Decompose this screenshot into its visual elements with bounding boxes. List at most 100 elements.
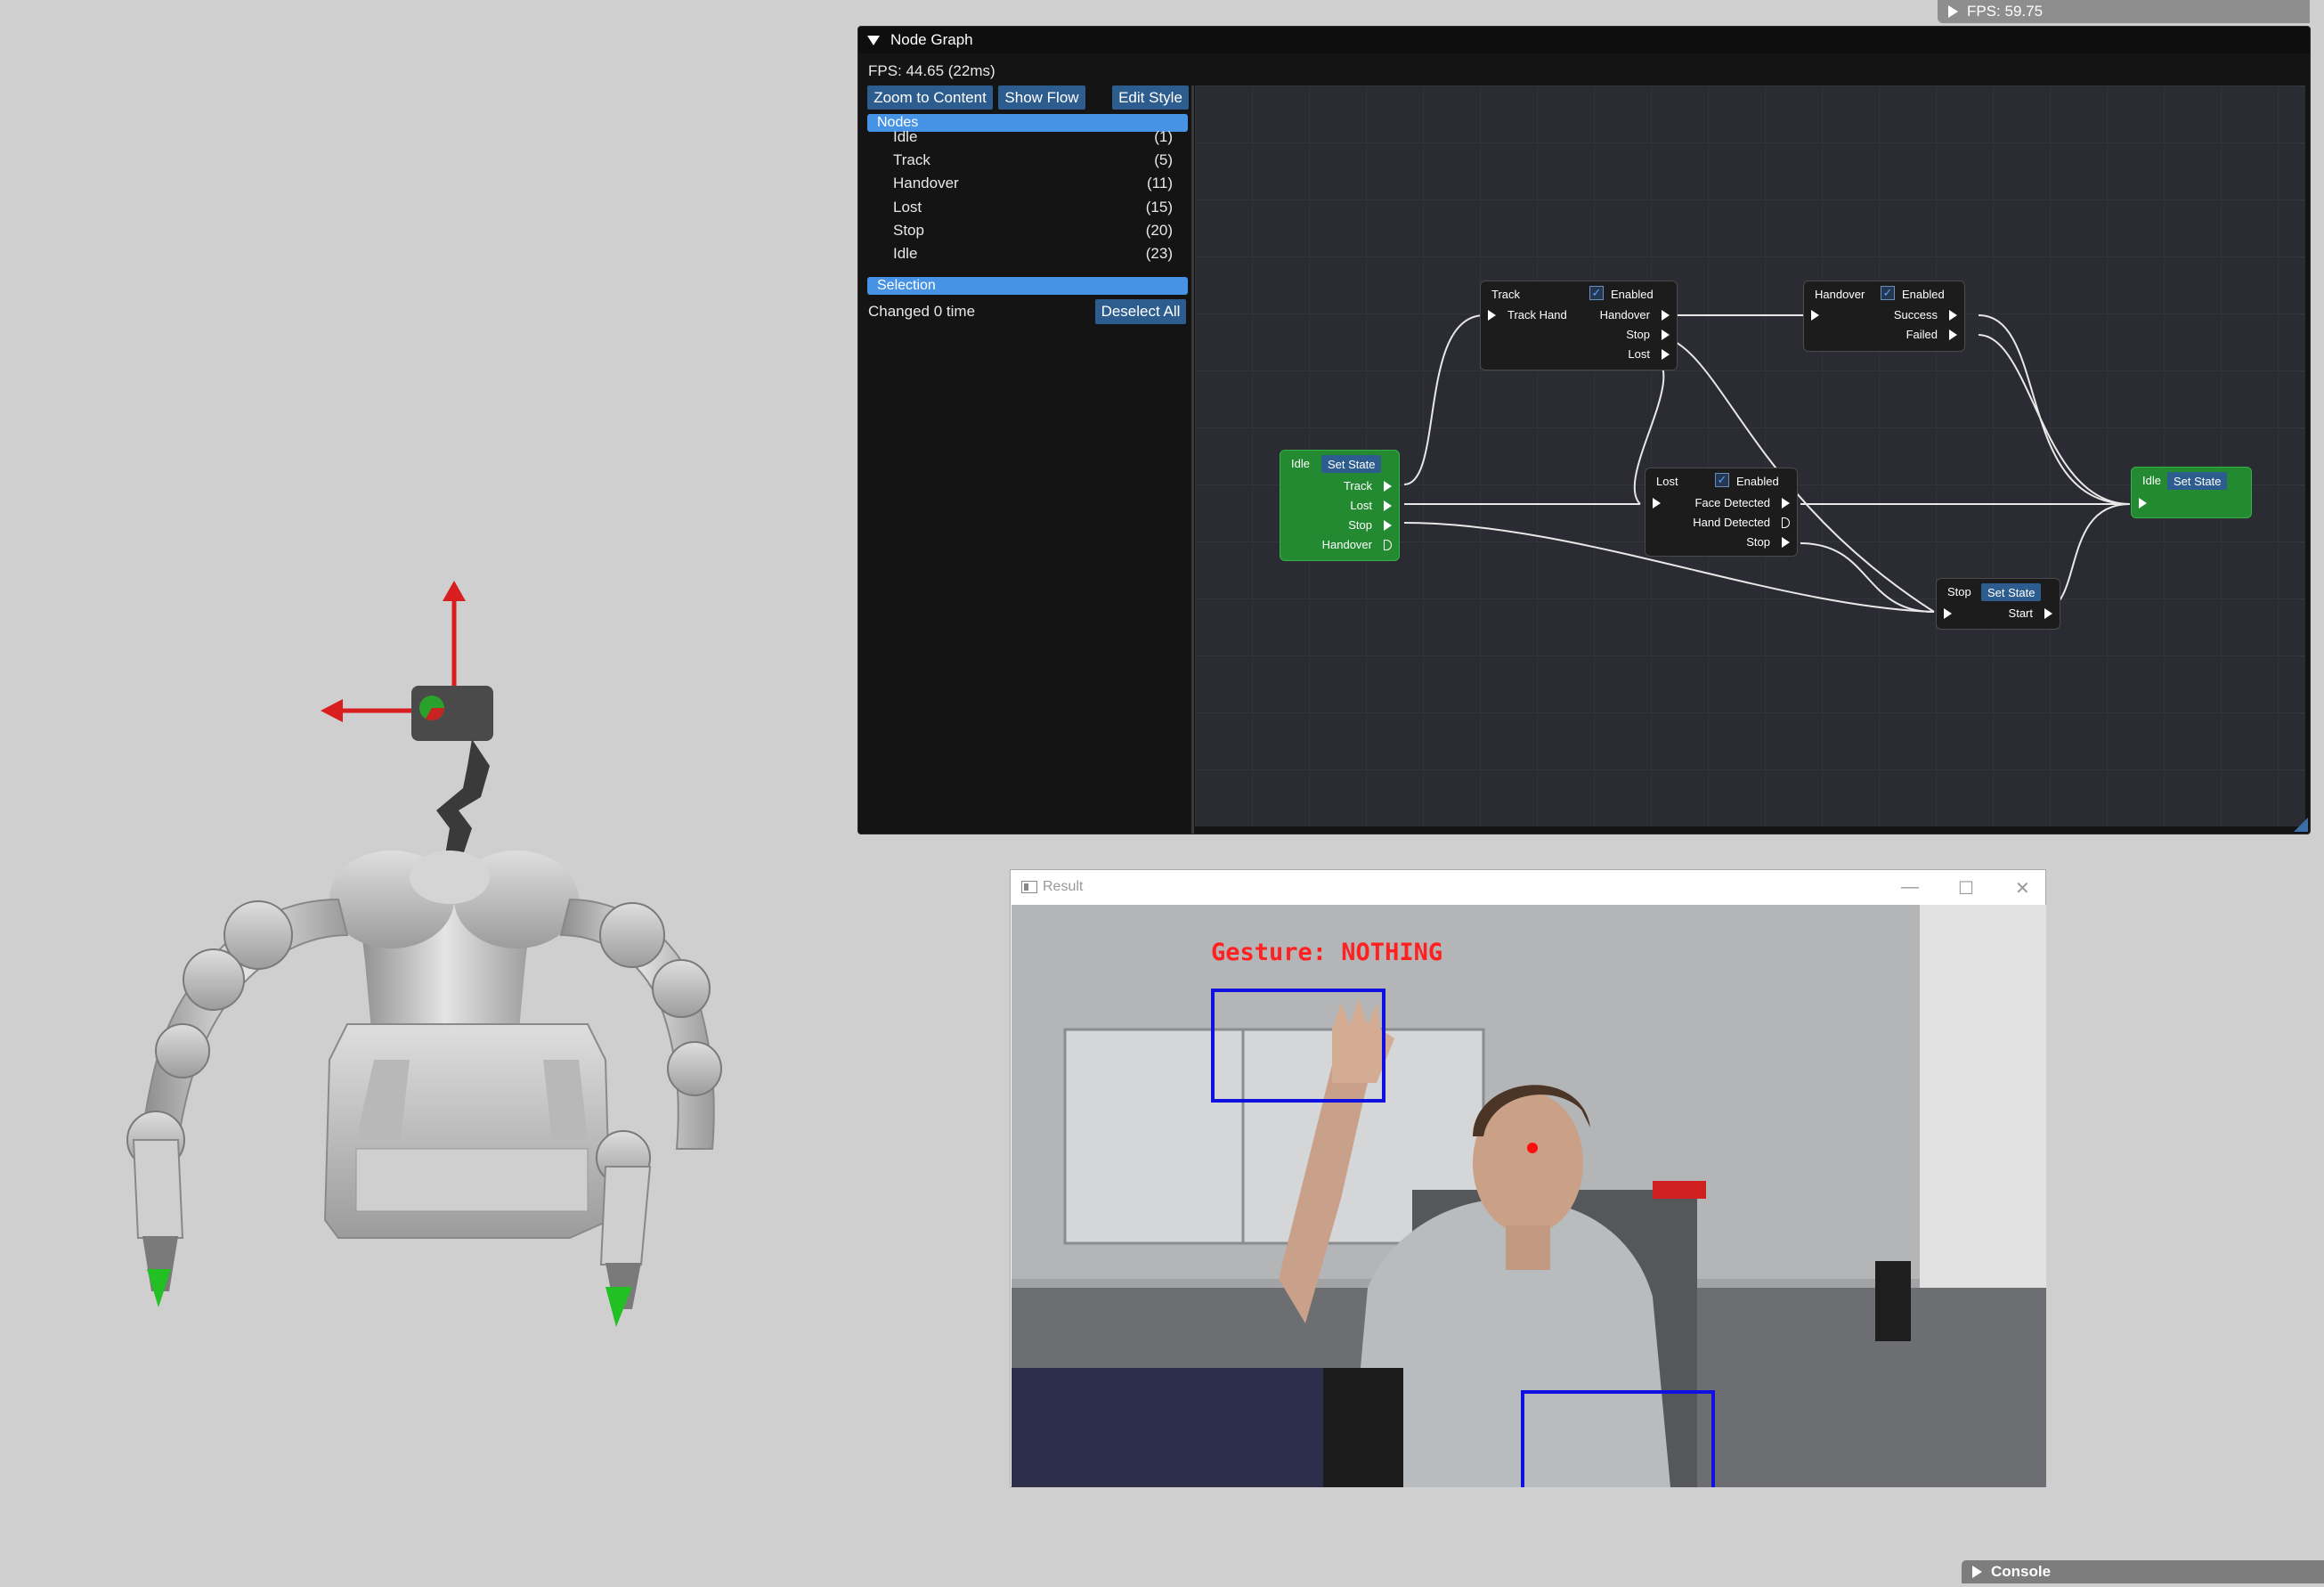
fps-overlay[interactable]: FPS: 59.75	[1938, 0, 2310, 23]
minimize-icon[interactable]: —	[1901, 877, 1919, 898]
output-pin-icon[interactable]	[1384, 481, 1392, 492]
pin-label: Track Hand	[1507, 308, 1567, 321]
input-pin-icon[interactable]	[1653, 498, 1661, 509]
enabled-label: Enabled	[1611, 288, 1654, 301]
output-pin-icon[interactable]	[1662, 310, 1670, 321]
pin-label: Stop	[1348, 518, 1372, 532]
node-id: (11)	[1147, 175, 1173, 191]
node-name: Track	[893, 151, 930, 168]
result-title: Result	[1043, 879, 1084, 894]
node-id: (20)	[1145, 222, 1173, 239]
collapse-arrow-icon[interactable]	[867, 35, 880, 45]
output-pin-icon[interactable]	[1662, 349, 1670, 360]
show-flow-button[interactable]: Show Flow	[998, 85, 1085, 110]
zoom-to-content-button[interactable]: Zoom to Content	[867, 85, 993, 110]
enabled-label: Enabled	[1902, 288, 1945, 301]
output-pin-icon[interactable]	[1384, 540, 1392, 550]
output-pin-icon[interactable]	[2044, 608, 2052, 619]
pin-label: Lost	[1628, 347, 1650, 361]
output-pin-icon[interactable]	[1949, 310, 1957, 321]
pin-label: Handover	[1599, 308, 1650, 321]
pin-label: Stop	[1626, 328, 1650, 341]
resize-grip-icon[interactable]	[2294, 818, 2308, 832]
node-title: Idle	[2142, 474, 2161, 487]
input-pin-icon[interactable]	[2139, 498, 2147, 509]
set-state-button[interactable]: Set State	[1321, 455, 1382, 473]
node-name: Stop	[893, 222, 924, 239]
pin-label: Track	[1343, 479, 1372, 492]
pin-label: Stop	[1746, 535, 1770, 549]
changed-count-text: Changed 0 time	[868, 303, 976, 320]
node-list-item[interactable]: Handover (11)	[893, 172, 1173, 195]
set-state-button[interactable]: Set State	[2167, 472, 2228, 490]
graph-node-stop[interactable]: Stop Set State Start	[1936, 578, 2060, 630]
pin-label: Face Detected	[1694, 496, 1770, 509]
graph-node-handover[interactable]: Handover ✓ Enabled Success Failed	[1803, 281, 1965, 352]
body-bounding-box	[1521, 1390, 1715, 1487]
output-pin-icon[interactable]	[1384, 520, 1392, 531]
node-list-item[interactable]: Idle (23)	[893, 242, 1173, 265]
node-name: Idle	[893, 128, 918, 145]
node-list-item[interactable]: Lost (15)	[893, 196, 1173, 219]
output-pin-icon[interactable]	[1662, 330, 1670, 340]
gesture-label: Gesture: NOTHING	[1211, 939, 1443, 966]
node-title: Handover	[1815, 288, 1865, 301]
node-title: Stop	[1947, 585, 1971, 598]
console-bar[interactable]: Console	[1962, 1560, 2324, 1583]
node-id: (1)	[1154, 128, 1173, 145]
output-pin-icon[interactable]	[1782, 537, 1790, 548]
node-list-item[interactable]: Stop (20)	[893, 219, 1173, 242]
pin-label: Hand Detected	[1693, 516, 1770, 529]
fps-overlay-text: FPS: 59.75	[1967, 3, 2044, 20]
node-id: (5)	[1154, 151, 1173, 168]
output-pin-icon[interactable]	[1949, 330, 1957, 340]
graph-canvas[interactable]: Idle Set State Track Lost Stop Handover …	[1195, 85, 2305, 826]
output-pin-icon[interactable]	[1782, 498, 1790, 509]
hand-bounding-box	[1211, 989, 1385, 1103]
enabled-checkbox[interactable]: ✓	[1715, 473, 1729, 487]
pin-label: Start	[2008, 606, 2033, 620]
node-graph-title-bar[interactable]: Node Graph	[858, 27, 2310, 53]
input-pin-icon[interactable]	[1811, 310, 1819, 321]
pin-label: Lost	[1350, 499, 1372, 512]
node-title: Idle	[1291, 457, 1310, 470]
enabled-checkbox[interactable]: ✓	[1589, 286, 1604, 300]
pin-label: Success	[1893, 308, 1938, 321]
graph-node-track[interactable]: Track ✓ Enabled Track Hand Handover Stop…	[1480, 281, 1678, 370]
pin-label: Handover	[1321, 538, 1372, 551]
edit-style-button[interactable]: Edit Style	[1112, 85, 1189, 110]
close-icon[interactable]: ✕	[2015, 877, 2030, 899]
graph-node-idle-start[interactable]: Idle Set State Track Lost Stop Handover	[1280, 450, 1400, 561]
expand-arrow-icon	[1972, 1566, 1982, 1578]
node-id: (15)	[1145, 199, 1173, 216]
deselect-all-button[interactable]: Deselect All	[1095, 299, 1186, 324]
result-window[interactable]: Result — ☐ ✕ Gesture: NOTHING	[1010, 869, 2046, 1487]
node-name: Lost	[893, 199, 922, 216]
node-list-item[interactable]: Track (5)	[893, 149, 1173, 172]
graph-node-lost[interactable]: Lost ✓ Enabled Face Detected Hand Detect…	[1645, 468, 1798, 557]
expand-arrow-icon	[1948, 5, 1958, 18]
node-name: Handover	[893, 175, 959, 191]
graph-node-idle-end[interactable]: Idle Set State	[2131, 467, 2252, 518]
node-graph-window[interactable]: Node Graph FPS: 44.65 (22ms) Zoom to Con…	[857, 26, 2311, 834]
output-pin-icon[interactable]	[1384, 501, 1392, 511]
window-title: Node Graph	[890, 31, 973, 48]
node-id: (23)	[1145, 245, 1173, 262]
graph-fps-text: FPS: 44.65 (22ms)	[868, 62, 995, 79]
app-window-icon	[1021, 881, 1037, 893]
enabled-label: Enabled	[1736, 475, 1779, 488]
enabled-checkbox[interactable]: ✓	[1881, 286, 1895, 300]
node-title: Track	[1491, 288, 1521, 301]
input-pin-icon[interactable]	[1488, 310, 1496, 321]
pin-label: Failed	[1906, 328, 1938, 341]
set-state-button[interactable]: Set State	[1981, 583, 2042, 601]
robot-3d-viewport[interactable]	[53, 561, 730, 1363]
maximize-icon[interactable]: ☐	[1958, 877, 1974, 899]
node-list-item[interactable]: Idle (1)	[893, 126, 1173, 149]
panel-splitter[interactable]	[1191, 85, 1194, 834]
output-pin-icon[interactable]	[1782, 517, 1790, 528]
console-label: Console	[1991, 1563, 2052, 1580]
input-pin-icon[interactable]	[1944, 608, 1952, 619]
selection-header[interactable]: Selection	[867, 277, 1188, 295]
result-title-bar[interactable]: Result — ☐ ✕	[1011, 870, 2045, 904]
